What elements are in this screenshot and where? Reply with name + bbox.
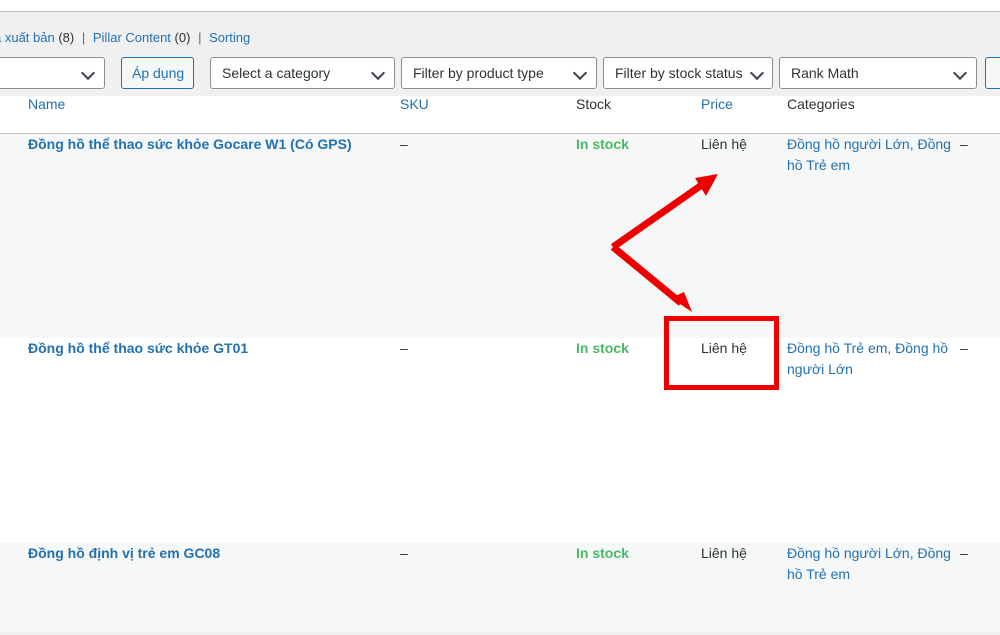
apply-button[interactable]: Áp dụng: [121, 57, 194, 89]
column-header-categories: Categories: [787, 96, 960, 134]
product-name-link[interactable]: Đồng hồ thể thao sức khỏe Gocare W1 (Có …: [28, 136, 352, 152]
rank-math-filter-value: Rank Math: [791, 65, 859, 81]
column-header-price[interactable]: Price: [701, 96, 787, 134]
category-filter-select[interactable]: Select a category: [210, 57, 395, 89]
table-row[interactable]: Đồng hồ thể thao sức khỏe GT01 – In stoc…: [0, 338, 1000, 543]
category-links[interactable]: Đồng hồ người Lớn, Đồng hồ Trẻ em: [787, 545, 951, 582]
price-value: Liên hệ: [701, 340, 747, 356]
price-value: Liên hệ: [701, 545, 747, 561]
price-value: Liên hệ: [701, 135, 747, 152]
column-header-sku[interactable]: SKU: [400, 96, 576, 134]
cell-stock: In stock: [576, 338, 701, 543]
product-list-table: Name SKU Stock Price Categories Đồng hồ …: [0, 96, 1000, 632]
cell-name: Đồng hồ định vị trẻ em GC08: [0, 543, 400, 632]
tags-value: –: [960, 545, 968, 561]
table-header-row: Name SKU Stock Price Categories: [0, 96, 1000, 134]
view-link-published[interactable]: ã xuất bản: [0, 30, 55, 45]
cell-sku: –: [400, 133, 576, 338]
table-body: Đồng hồ thể thao sức khỏe Gocare W1 (Có …: [0, 133, 1000, 632]
column-header-tags: [960, 96, 1000, 134]
cell-tags: –: [960, 543, 1000, 632]
views-separator-2: |: [198, 30, 202, 45]
cell-categories: Đồng hồ người Lớn, Đồng hồ Trẻ em: [787, 133, 960, 338]
cell-tags: –: [960, 133, 1000, 338]
bulk-actions-select[interactable]: [0, 57, 105, 89]
views-separator-1: |: [81, 30, 86, 45]
cell-categories: Đồng hồ Trẻ em, Đồng hồ người Lớn: [787, 338, 960, 543]
product-list-table-wrapper: Name SKU Stock Price Categories Đồng hồ …: [0, 96, 1000, 632]
cell-name: Đồng hồ thể thao sức khỏe GT01: [0, 338, 400, 543]
chevron-down-icon: [954, 66, 968, 80]
cell-categories: Đồng hồ người Lớn, Đồng hồ Trẻ em: [787, 543, 960, 632]
product-type-filter-value: Filter by product type: [413, 65, 544, 81]
chevron-down-icon: [751, 66, 765, 80]
column-header-name[interactable]: Name: [0, 96, 400, 134]
tags-value: –: [960, 340, 968, 356]
cell-sku: –: [400, 338, 576, 543]
tags-value: –: [960, 135, 968, 152]
cell-price: Liên hệ: [701, 133, 787, 338]
chevron-down-icon: [82, 66, 96, 80]
sku-value: –: [400, 135, 408, 152]
chevron-down-icon: [372, 66, 386, 80]
stock-status-badge: In stock: [576, 545, 629, 561]
stock-status-badge: In stock: [576, 135, 629, 152]
view-link-pillar-content[interactable]: Pillar Content: [93, 30, 171, 45]
sku-value: –: [400, 340, 408, 356]
table-row[interactable]: Đồng hồ định vị trẻ em GC08 – In stock L…: [0, 543, 1000, 632]
view-link-sorting[interactable]: Sorting: [209, 30, 250, 45]
sku-value: –: [400, 545, 408, 561]
stock-status-badge: In stock: [576, 340, 629, 356]
post-status-views: ã xuất bản (8) | Pillar Content (0) | So…: [0, 14, 1000, 48]
cell-name: Đồng hồ thể thao sức khỏe Gocare W1 (Có …: [0, 133, 400, 338]
view-count-published: (8): [58, 30, 75, 45]
chevron-down-icon: [574, 66, 588, 80]
rank-math-filter-select[interactable]: Rank Math: [779, 57, 977, 89]
views-list: ã xuất bản (8) | Pillar Content (0) | So…: [0, 29, 250, 47]
table-head: Name SKU Stock Price Categories: [0, 96, 1000, 134]
category-links[interactable]: Đồng hồ Trẻ em, Đồng hồ người Lớn: [787, 340, 948, 377]
product-name-link[interactable]: Đồng hồ định vị trẻ em GC08: [28, 545, 220, 561]
category-filter-value: Select a category: [222, 65, 331, 81]
cell-tags: –: [960, 338, 1000, 543]
product-name-link[interactable]: Đồng hồ thể thao sức khỏe GT01: [28, 340, 248, 356]
cell-price: Liên hệ: [701, 338, 787, 543]
product-type-filter-select[interactable]: Filter by product type: [401, 57, 597, 89]
top-strip: [0, 0, 1000, 12]
filter-toolbar: Áp dụng Select a category Filter by prod…: [0, 52, 1000, 96]
filter-button[interactable]: Lọc: [985, 57, 1000, 89]
column-header-stock: Stock: [576, 96, 701, 134]
stock-status-filter-value: Filter by stock status: [615, 65, 743, 81]
cell-stock: In stock: [576, 543, 701, 632]
cell-price: Liên hệ: [701, 543, 787, 632]
category-links[interactable]: Đồng hồ người Lớn, Đồng hồ Trẻ em: [787, 136, 951, 173]
table-row[interactable]: Đồng hồ thể thao sức khỏe Gocare W1 (Có …: [0, 133, 1000, 338]
cell-stock: In stock: [576, 133, 701, 338]
view-count-pillar-content: (0): [174, 30, 191, 45]
cell-sku: –: [400, 543, 576, 632]
stock-status-filter-select[interactable]: Filter by stock status: [603, 57, 773, 89]
